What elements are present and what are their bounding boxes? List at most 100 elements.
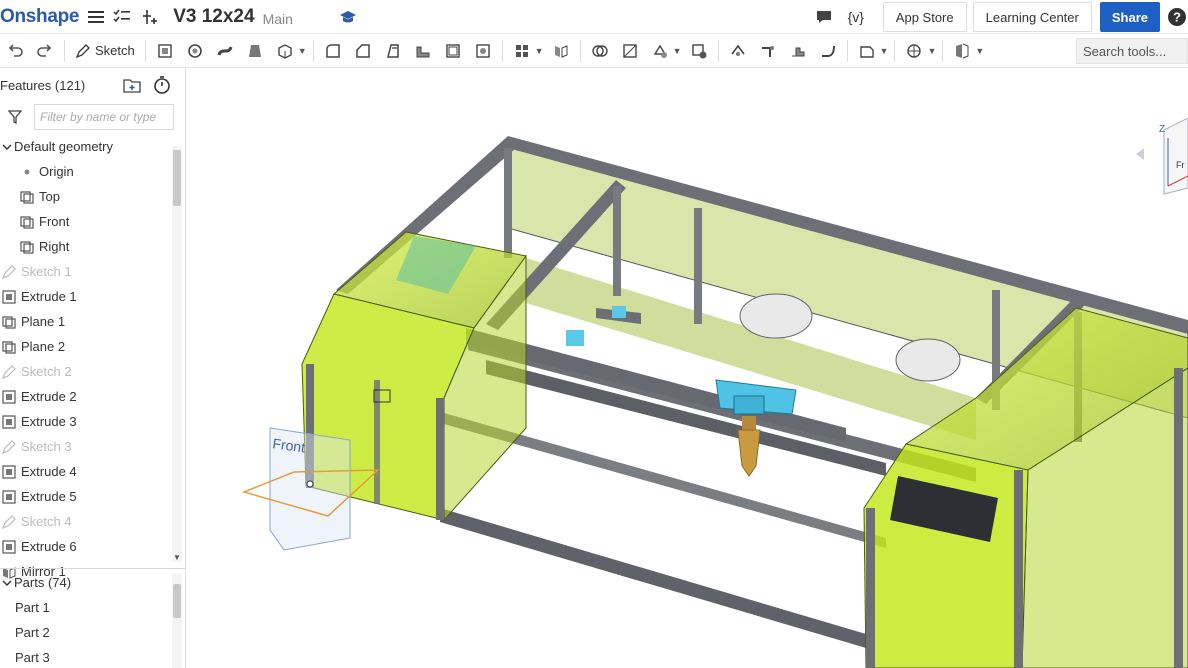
viewcube-rotate-left-icon[interactable] — [1136, 148, 1144, 160]
pattern-icon[interactable] — [509, 38, 535, 64]
part-item[interactable]: Part 2 — [0, 620, 172, 645]
feature-item[interactable]: Top — [0, 184, 172, 209]
delete-part-icon[interactable] — [686, 38, 712, 64]
chamfer-icon[interactable] — [350, 38, 376, 64]
toolbar-separator — [501, 39, 503, 62]
plane-icon — [0, 339, 18, 355]
sketch-button-label: Sketch — [95, 43, 135, 58]
sweep-icon[interactable] — [212, 38, 238, 64]
hamburger-menu-icon[interactable] — [85, 6, 107, 28]
parts-group[interactable]: Parts (74) — [0, 570, 172, 595]
part-item[interactable]: Part 1 — [0, 595, 172, 620]
chevron-down-icon[interactable]: ▼ — [535, 46, 544, 56]
learning-cap-icon[interactable] — [337, 6, 359, 28]
add-folder-icon[interactable] — [122, 76, 142, 97]
chevron-down-icon[interactable] — [0, 579, 14, 587]
extrude-icon — [0, 464, 18, 480]
share-button[interactable]: Share — [1099, 2, 1160, 32]
onshape-logo[interactable]: Onshape — [0, 6, 80, 28]
undo-icon[interactable] — [2, 38, 28, 64]
transform-icon[interactable] — [647, 38, 673, 64]
cad-model-render[interactable]: Front Z Fr — [186, 68, 1188, 668]
part-items: Part 1 Part 2 Part 3 — [0, 595, 172, 668]
feature-item[interactable]: Extrude 5 — [0, 484, 172, 509]
filter-funnel-icon[interactable] — [7, 109, 23, 130]
rib-icon[interactable] — [410, 38, 436, 64]
scrollbar-thumb[interactable] — [173, 584, 181, 618]
chevron-down-icon[interactable]: ▼ — [673, 46, 682, 56]
feature-item[interactable]: Extrude 2 — [0, 384, 172, 409]
filter-input[interactable]: Filter by name or type — [34, 104, 174, 130]
parts-scrollbar[interactable] — [172, 574, 182, 668]
bottom-rail-front — [440, 508, 866, 648]
variables-icon[interactable]: {v} — [841, 6, 871, 28]
feature-item-label: Extrude 2 — [21, 389, 77, 404]
boolean-icon[interactable] — [587, 38, 613, 64]
toolbar-separator — [942, 39, 944, 62]
feature-item-label: Sketch 1 — [21, 264, 72, 279]
scroll-down-arrow-icon[interactable]: ▼ — [173, 553, 181, 562]
right-enclosure-front[interactable] — [863, 443, 1029, 668]
versions-branch-icon[interactable] — [139, 6, 161, 28]
sheet-metal-icon[interactable] — [725, 38, 751, 64]
default-geometry-group[interactable]: Default geometry — [0, 134, 172, 159]
view-cube[interactable]: Z Fr — [1136, 117, 1188, 195]
extrude-icon[interactable] — [152, 38, 178, 64]
comments-icon[interactable] — [813, 6, 835, 28]
graphics-viewport[interactable]: Front Z Fr — [186, 68, 1188, 668]
search-tools-input[interactable]: Search tools... — [1076, 38, 1188, 64]
split-icon[interactable] — [617, 38, 643, 64]
feature-item[interactable]: Right — [0, 234, 172, 259]
feature-item[interactable]: Sketch 2 — [0, 359, 172, 384]
branch-label[interactable]: Main — [263, 11, 293, 27]
redo-icon[interactable] — [32, 38, 58, 64]
extrude-icon — [0, 539, 18, 555]
left-enclosure-frame — [436, 398, 444, 520]
help-icon[interactable]: ? — [1166, 6, 1188, 28]
learning-center-button[interactable]: Learning Center — [972, 2, 1092, 32]
plane-tool-icon[interactable] — [854, 38, 880, 64]
feature-item[interactable]: Sketch 4 — [0, 509, 172, 534]
shell-icon[interactable] — [440, 38, 466, 64]
scrollbar-thumb[interactable] — [173, 150, 181, 206]
toolhead-body[interactable] — [733, 395, 765, 415]
feature-list-scrollbar[interactable]: ▼ — [172, 146, 182, 562]
document-title[interactable]: V3 12x24 — [173, 6, 254, 28]
chevron-down-icon[interactable]: ▼ — [880, 46, 889, 56]
hole-icon[interactable] — [470, 38, 496, 64]
fillet-icon[interactable] — [320, 38, 346, 64]
chevron-down-icon[interactable] — [0, 143, 14, 151]
feature-item[interactable]: Extrude 1 — [0, 284, 172, 309]
origin-point[interactable] — [306, 480, 314, 488]
tasks-list-icon[interactable] — [111, 6, 133, 28]
app-store-button[interactable]: App Store — [882, 2, 967, 32]
feature-item[interactable]: Extrude 3 — [0, 409, 172, 434]
chevron-down-icon[interactable]: ▼ — [927, 46, 936, 56]
sketch-button[interactable]: Sketch — [69, 43, 141, 59]
panel-divider[interactable] — [0, 568, 186, 569]
feature-item[interactable]: Sketch 1 — [0, 259, 172, 284]
feature-item[interactable]: Extrude 6 — [0, 534, 172, 559]
bend-icon[interactable] — [815, 38, 841, 64]
revolve-icon[interactable] — [182, 38, 208, 64]
draft-icon[interactable] — [380, 38, 406, 64]
thicken-icon[interactable] — [272, 38, 298, 64]
feature-item[interactable]: Origin — [0, 159, 172, 184]
chevron-down-icon[interactable]: ▼ — [298, 46, 307, 56]
onshape-app: Onshape V3 12x24 Main {v} App Store Lear… — [0, 0, 1188, 668]
chevron-down-icon[interactable]: ▼ — [975, 46, 984, 56]
feature-item-label: Sketch 3 — [21, 439, 72, 454]
rollback-timer-icon[interactable] — [153, 75, 171, 98]
feature-item[interactable]: Front — [0, 209, 172, 234]
feature-item[interactable]: Plane 2 — [0, 334, 172, 359]
feature-item[interactable]: Sketch 3 — [0, 434, 172, 459]
part-item[interactable]: Part 3 — [0, 645, 172, 668]
section-view-icon[interactable] — [949, 38, 975, 64]
mirror-icon[interactable] — [548, 38, 574, 64]
mate-connector-icon[interactable] — [901, 38, 927, 64]
feature-item[interactable]: Extrude 4 — [0, 459, 172, 484]
feature-item[interactable]: Plane 1 — [0, 309, 172, 334]
loft-icon[interactable] — [242, 38, 268, 64]
form-icon[interactable] — [785, 38, 811, 64]
flange-icon[interactable] — [755, 38, 781, 64]
